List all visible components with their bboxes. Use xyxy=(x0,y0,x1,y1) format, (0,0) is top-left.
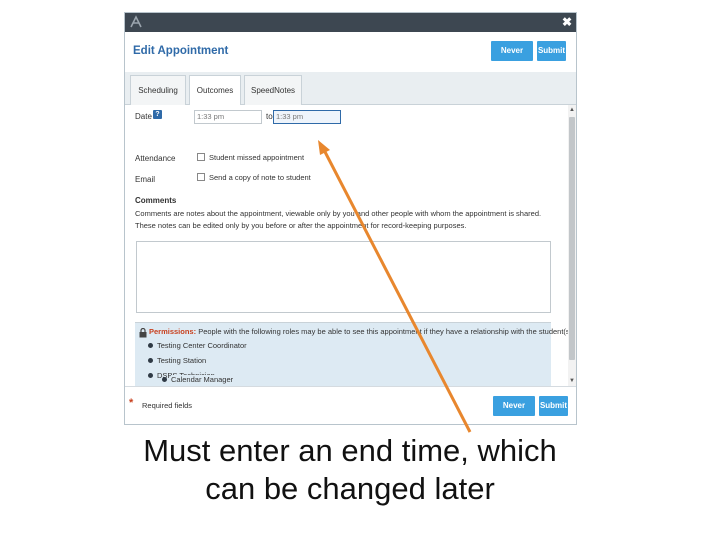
title-bar: ✖ xyxy=(125,13,576,32)
slide-caption: Must enter an end time, which can be cha… xyxy=(100,432,600,508)
scroll-down-icon[interactable]: ▼ xyxy=(568,377,576,385)
bullet-icon xyxy=(148,343,153,348)
required-fields-label: Required fields xyxy=(142,401,193,410)
role-label: Testing Center Coordinator xyxy=(157,341,247,350)
dialog-footer: * Required fields Never Mind Submit xyxy=(125,386,576,424)
student-missed-label: Student missed appointment xyxy=(209,153,305,162)
lock-icon xyxy=(139,328,147,338)
tab-scheduling[interactable]: Scheduling xyxy=(130,75,186,105)
outcomes-panel: Date ? 1:33 pm to 1:33 pm Attendance Stu… xyxy=(125,105,576,386)
close-icon[interactable]: ✖ xyxy=(560,14,574,30)
email-label: Email xyxy=(135,175,156,184)
send-copy-label: Send a copy of note to student xyxy=(209,173,311,182)
caption-line-2: can be changed later xyxy=(205,471,495,506)
attendance-label: Attendance xyxy=(135,154,176,163)
bullet-icon xyxy=(162,377,167,382)
send-copy-checkbox[interactable] xyxy=(197,173,205,181)
to-label: to xyxy=(266,112,273,121)
permissions-description: People with the following roles may be a… xyxy=(198,327,575,336)
caption-line-1: Must enter an end time, which xyxy=(143,433,557,468)
comments-textarea[interactable] xyxy=(136,241,551,313)
tab-strip: Scheduling Outcomes SpeedNotes xyxy=(125,72,576,106)
submit-button[interactable]: Submit xyxy=(537,41,566,61)
footer-submit-button[interactable]: Submit xyxy=(539,396,568,416)
scroll-up-icon[interactable]: ▲ xyxy=(568,106,576,114)
role-item-last: Calendar Manager xyxy=(162,375,371,384)
end-time-input[interactable]: 1:33 pm xyxy=(273,110,341,124)
permissions-heading: Permissions: xyxy=(149,327,197,336)
footer-never-mind-button[interactable]: Never Mind xyxy=(493,396,535,424)
scroll-thumb[interactable] xyxy=(569,117,575,360)
dialog-header: Edit Appointment Never Mind Submit xyxy=(125,32,576,75)
dialog-title: Edit Appointment xyxy=(133,45,229,57)
scrollbar[interactable]: ▲ ▼ xyxy=(568,105,576,386)
date-label: Date xyxy=(135,112,152,121)
role-label: Testing Station xyxy=(157,356,207,365)
student-missed-checkbox[interactable] xyxy=(197,153,205,161)
help-icon[interactable]: ? xyxy=(153,110,162,119)
role-item: Testing Center Coordinator xyxy=(148,341,247,350)
tab-outcomes[interactable]: Outcomes xyxy=(189,75,241,106)
app-logo-icon xyxy=(130,15,142,28)
tab-speednotes[interactable]: SpeedNotes xyxy=(244,75,302,105)
bullet-icon xyxy=(148,358,153,363)
required-star: * xyxy=(129,397,134,409)
start-time-input[interactable]: 1:33 pm xyxy=(194,110,262,124)
never-mind-button[interactable]: Never Mind xyxy=(491,41,533,75)
role-item: Testing Station xyxy=(148,356,207,365)
comments-description: Comments are notes about the appointment… xyxy=(135,209,542,230)
role-label: Calendar Manager xyxy=(171,375,234,384)
comments-heading: Comments xyxy=(135,196,177,205)
permissions-text: Permissions: People with the following r… xyxy=(149,327,574,336)
bullet-icon xyxy=(148,373,153,378)
edit-appointment-window: ✖ Edit Appointment Never Mind Submit Sch… xyxy=(124,12,577,425)
